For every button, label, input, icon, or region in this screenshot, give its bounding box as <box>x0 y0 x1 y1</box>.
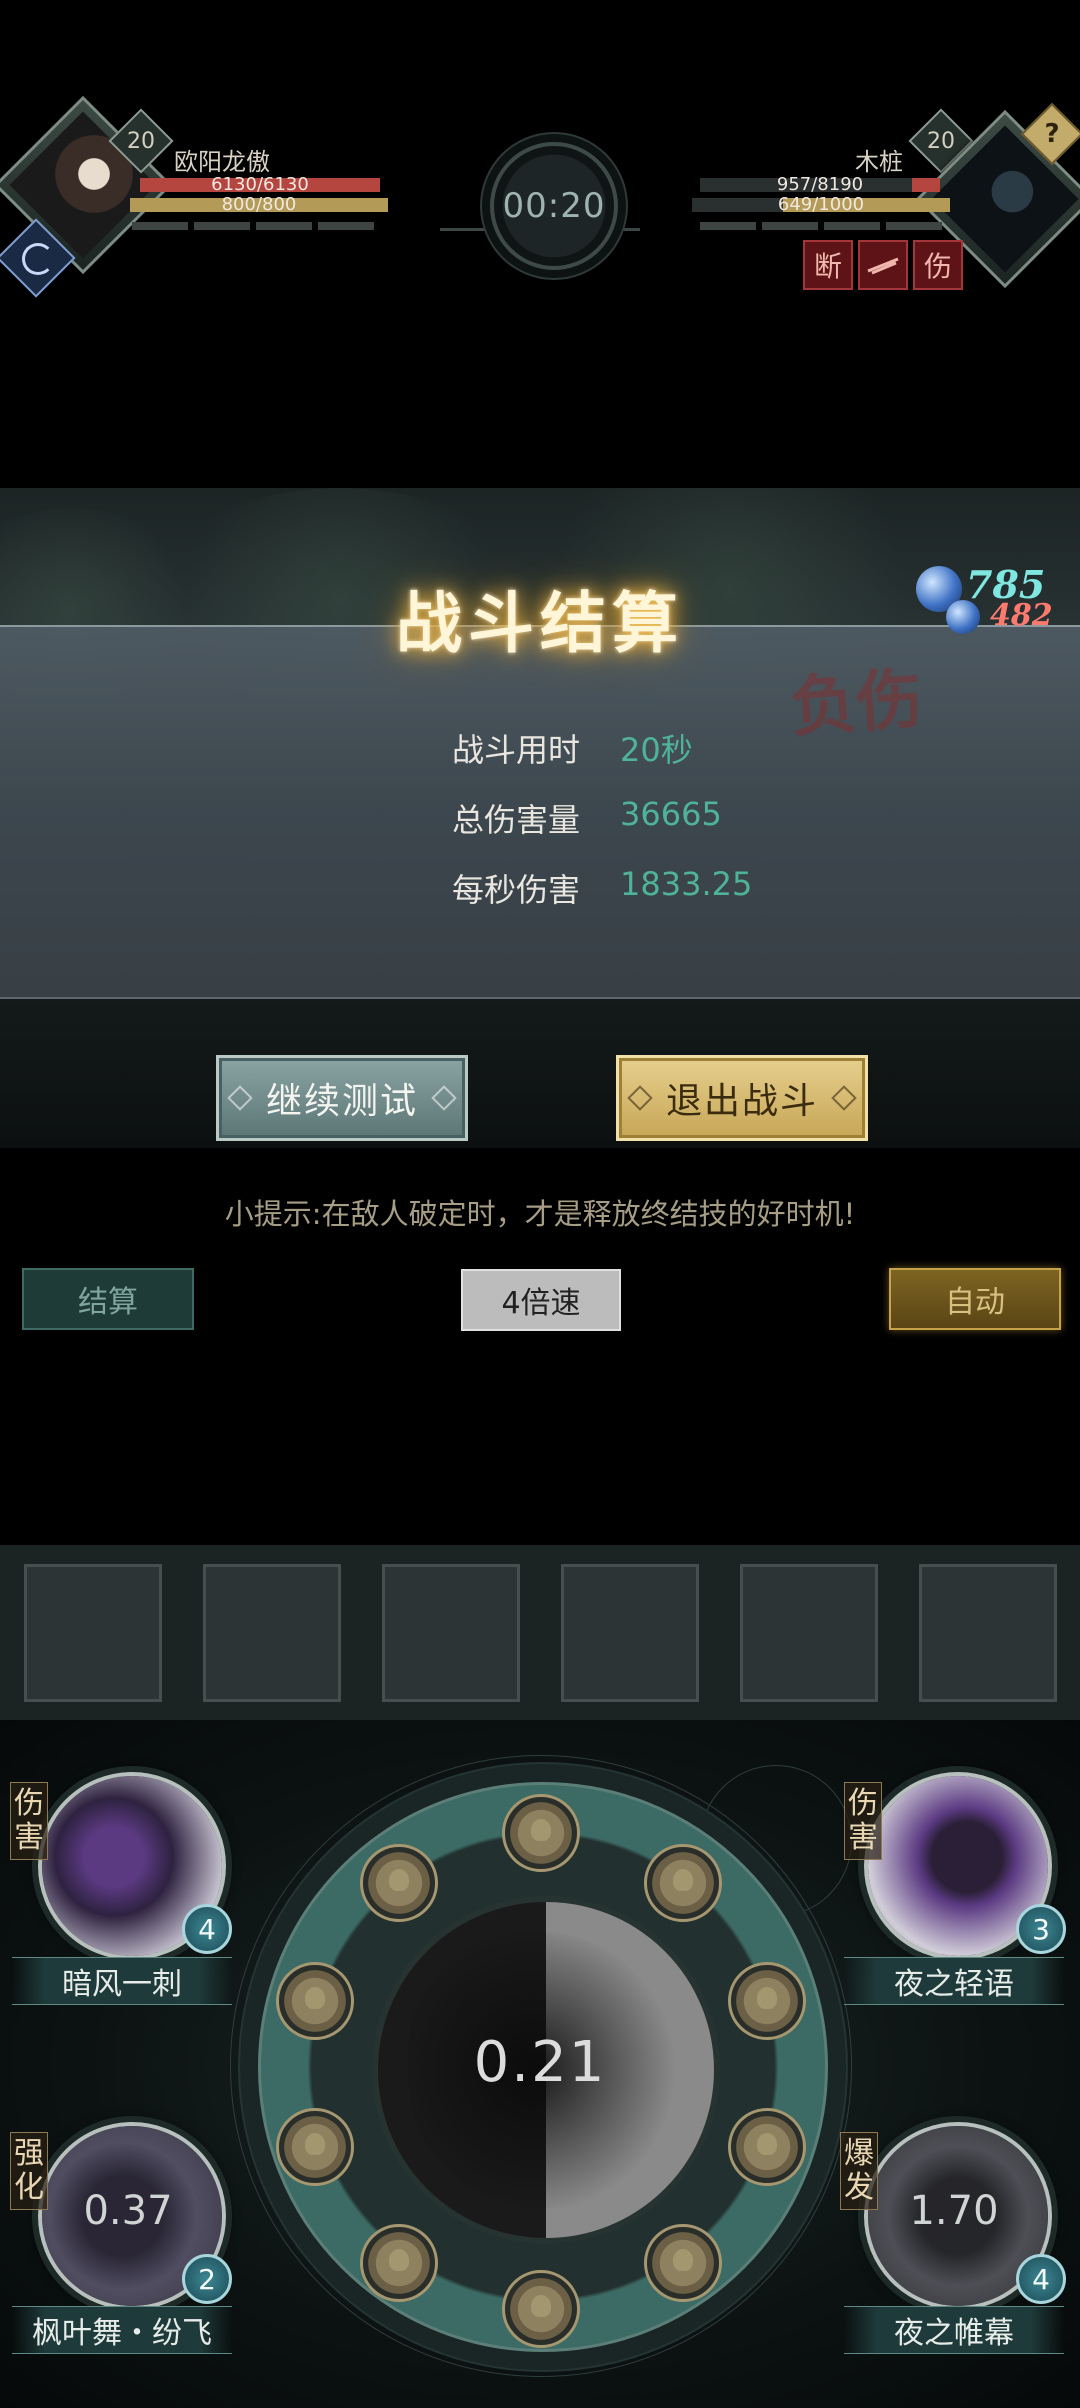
counter-bottom: 482 <box>990 598 1053 633</box>
energy-pip-5 <box>644 2224 722 2302</box>
stat-value: 20秒 <box>620 731 693 769</box>
enemy-mp-text: 649/1000 <box>777 194 865 215</box>
timer-line-left <box>440 228 494 231</box>
skill-count-top-left: 4 <box>182 1904 232 1954</box>
player-energy-seg-1 <box>132 222 188 230</box>
energy-pip-2 <box>644 1844 722 1922</box>
skill-count-bottom-right: 4 <box>1016 2254 1066 2304</box>
player-hp-text: 6130/6130 <box>211 174 309 195</box>
skill-name-bottom-right: 夜之帷幕 <box>844 2306 1064 2354</box>
player-energy-seg-2 <box>194 222 250 230</box>
stat-label: 战斗用时 <box>451 731 580 769</box>
skill-cooldown-bottom-left: 0.37 <box>83 2188 173 2234</box>
auto-button[interactable]: 自动 <box>889 1268 1061 1330</box>
battle-timer: 00:20 <box>490 142 618 270</box>
skill-tag-top-right: 伤害 <box>844 1782 882 1860</box>
enemy-level: 20 <box>927 128 955 154</box>
stat-label: 每秒伤害 <box>451 871 580 909</box>
energy-pip-8 <box>276 2108 354 2186</box>
skill-count-top-right: 3 <box>1016 1904 1066 1954</box>
skill-name-top-right: 夜之轻语 <box>844 1957 1064 2005</box>
skill-count-bottom-left: 2 <box>182 2254 232 2304</box>
question-icon: ? <box>1044 119 1060 149</box>
settle-button[interactable]: 结算 <box>22 1268 194 1330</box>
continue-test-label: 继续测试 <box>265 1081 418 1122</box>
item-slot-3[interactable] <box>382 1564 520 1702</box>
enemy-energy-seg-4 <box>886 222 942 230</box>
combo-counter: 785 482 <box>910 560 1070 640</box>
player-energy-seg-4 <box>318 222 374 230</box>
tip-text: 小提示:在敌人破定时，才是释放终结技的好时机! <box>224 1197 856 1231</box>
item-slot-2[interactable] <box>203 1564 341 1702</box>
stat-row-time: 战斗用时 20秒 <box>0 725 1080 769</box>
energy-pip-1 <box>502 1794 580 1872</box>
wound-status-icon[interactable]: 伤 <box>913 240 963 290</box>
skill-tag-top-left: 伤害 <box>10 1782 48 1860</box>
player-mp-bar: 800/800 <box>130 194 388 215</box>
moon-icon-glyph <box>22 243 54 275</box>
stat-value: 36665 <box>620 795 722 833</box>
energy-pip-4 <box>728 2108 806 2186</box>
exit-battle-label: 退出战斗 <box>665 1081 818 1122</box>
energy-pip-3 <box>728 1962 806 2040</box>
stat-row-dps: 每秒伤害 1833.25 <box>0 865 1080 909</box>
skill-name-bottom-left: 枫叶舞・纷飞 <box>12 2306 232 2354</box>
item-slot-1[interactable] <box>24 1564 162 1702</box>
enemy-mp-bar: 649/1000 <box>692 194 950 215</box>
enemy-energy-seg-2 <box>762 222 818 230</box>
enemy-hp-bar: 957/8190 <box>700 174 940 195</box>
player-hp-bar: 6130/6130 <box>140 174 380 195</box>
exit-battle-button[interactable]: 退出战斗 <box>616 1055 868 1141</box>
item-slot-strip <box>0 1545 1080 1720</box>
stat-label: 总伤害量 <box>451 801 580 839</box>
speed-button[interactable]: 4倍速 <box>461 1269 621 1331</box>
energy-pip-9 <box>276 1962 354 2040</box>
stat-value: 1833.25 <box>620 865 753 903</box>
energy-pip-6 <box>502 2270 580 2348</box>
enemy-hp-text: 957/8190 <box>776 174 864 195</box>
player-mp-text: 800/800 <box>221 194 297 215</box>
ultimate-cooldown: 0.21 <box>473 2030 607 2095</box>
item-slot-6[interactable] <box>919 1564 1057 1702</box>
item-slot-5[interactable] <box>740 1564 878 1702</box>
skill-name-top-left: 暗风一刺 <box>12 1957 232 2005</box>
player-energy-seg-3 <box>256 222 312 230</box>
result-title: 战斗结算 <box>396 584 684 662</box>
continue-test-button[interactable]: 继续测试 <box>216 1055 468 1141</box>
enemy-name: 木桩 <box>855 148 903 176</box>
energy-pip-10 <box>360 1844 438 1922</box>
skill-cooldown-bottom-right: 1.70 <box>909 2188 999 2234</box>
player-name: 欧阳龙傲 <box>174 148 270 176</box>
enemy-energy-seg-3 <box>824 222 880 230</box>
item-slot-4[interactable] <box>561 1564 699 1702</box>
energy-pip-7 <box>360 2224 438 2302</box>
player-level: 20 <box>127 128 155 154</box>
enemy-energy-seg-1 <box>700 222 756 230</box>
break-status-icon[interactable]: 断 <box>803 240 853 290</box>
slash-status-icon[interactable] <box>858 240 908 290</box>
stat-row-damage: 总伤害量 36665 <box>0 795 1080 839</box>
skill-tag-bottom-left: 强化 <box>10 2132 48 2210</box>
skill-tag-bottom-right: 爆发 <box>840 2132 878 2210</box>
